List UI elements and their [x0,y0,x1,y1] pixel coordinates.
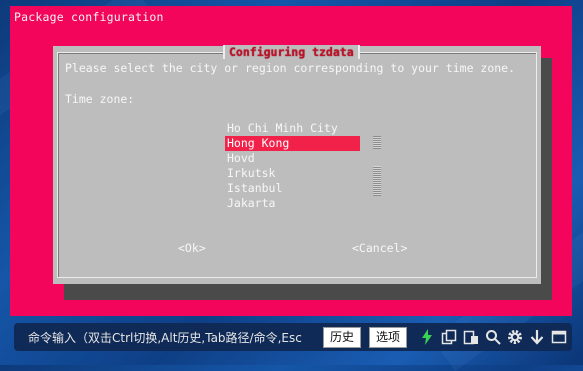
time-zone-list[interactable]: Ho Chi Minh City Hong Kong Hovd Irkutsk … [225,121,360,211]
command-input[interactable]: 命令输入（双击Ctrl切换,Alt历史,Tab路径/命令,Esc [28,329,320,346]
scrollbar-track[interactable] [373,166,381,196]
cancel-button[interactable]: <Cancel> [352,241,407,255]
search-icon[interactable] [485,329,501,345]
paste-icon[interactable] [463,329,479,345]
download-icon[interactable] [529,329,545,345]
terminal-title: Package configuration [14,10,164,24]
command-bar: 命令输入（双击Ctrl切换,Alt历史,Tab路径/命令,Esc 历史 选项 [14,323,572,351]
list-item[interactable]: Ho Chi Minh City [225,121,360,136]
list-item-selected[interactable]: Hong Kong [225,136,360,151]
lightning-icon[interactable] [419,329,435,345]
window-icon[interactable] [551,329,567,345]
gear-icon[interactable] [507,329,523,345]
scrollbar-thumb[interactable] [373,136,381,149]
list-item[interactable]: Hovd [225,151,360,166]
time-zone-label: Time zone: [65,92,135,106]
terminal-window[interactable]: Package configuration Configuring tzdata… [10,6,572,316]
dialog-title: Configuring tzdata [223,45,360,59]
list-item[interactable]: Jakarta [225,196,360,211]
list-item[interactable]: Istanbul [225,181,360,196]
ok-button[interactable]: <Ok> [178,241,206,255]
tzdata-dialog: Configuring tzdata Please select the cit… [53,45,541,284]
options-button[interactable]: 选项 [369,327,408,348]
history-button[interactable]: 历史 [323,327,362,348]
copy-icon[interactable] [441,329,457,345]
list-item[interactable]: Irkutsk [225,166,360,181]
dialog-prompt: Please select the city or region corresp… [65,61,516,75]
